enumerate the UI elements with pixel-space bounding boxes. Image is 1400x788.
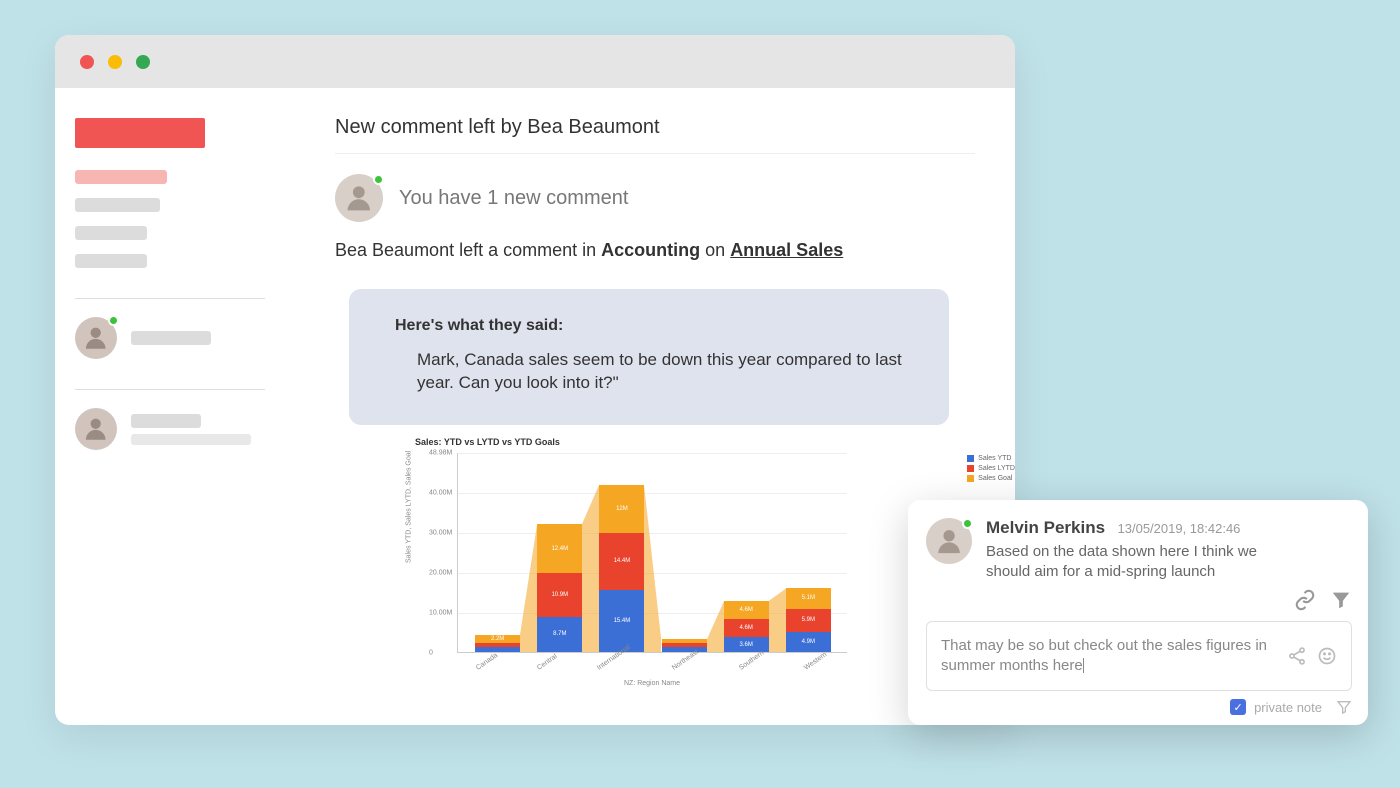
- avatar: [75, 408, 117, 450]
- placeholder-line: [131, 414, 201, 428]
- bar-western: 5.1M5.9M4.9M: [786, 588, 831, 652]
- sidebar-item[interactable]: [75, 226, 147, 240]
- bar-southern: 4.6M4.6M3.6M: [724, 601, 769, 652]
- share-icon[interactable]: [1287, 646, 1307, 666]
- reply-input[interactable]: That may be so but check out the sales f…: [926, 621, 1352, 692]
- chart-x-axis: CanadaCentralInternationalNortheastSouth…: [457, 662, 847, 673]
- context-line: Bea Beaumont left a comment in Accountin…: [335, 240, 975, 261]
- comment-timestamp: 13/05/2019, 18:42:46: [1118, 521, 1241, 536]
- avatar: [926, 518, 972, 564]
- legend-item: Sales YTD: [967, 455, 1015, 462]
- sidebar-item[interactable]: [75, 254, 147, 268]
- window-body: New comment left by Bea Beaumont You hav…: [55, 88, 1015, 725]
- notification-text: You have 1 new comment: [399, 187, 628, 210]
- emoji-icon[interactable]: [1317, 646, 1337, 666]
- chart-title: Sales: YTD vs LYTD vs YTD Goals: [415, 437, 945, 447]
- legend-item: Sales Goal: [967, 475, 1015, 482]
- comment-body: Mark, Canada sales seem to be down this …: [395, 349, 915, 395]
- main-panel: New comment left by Bea Beaumont You hav…: [285, 88, 1015, 725]
- compose-button[interactable]: [75, 118, 205, 148]
- divider: [75, 298, 265, 299]
- comment-message: Based on the data shown here I think we …: [986, 542, 1286, 583]
- app-window: New comment left by Bea Beaumont You hav…: [55, 35, 1015, 725]
- xtick-label: Central: [536, 653, 559, 672]
- sidebar-user-item[interactable]: [75, 408, 265, 450]
- presence-indicator: [962, 518, 973, 529]
- chart-ylabel: Sales YTD, Sales LYTD, Sales Goal: [406, 451, 413, 563]
- placeholder-line: [131, 331, 211, 345]
- context-joiner: on: [700, 240, 730, 260]
- reply-text-content: That may be so but check out the sales f…: [941, 637, 1267, 674]
- filter-icon[interactable]: [1336, 699, 1352, 715]
- private-note-checkbox[interactable]: ✓: [1230, 699, 1246, 715]
- bar-central: 12.4M10.9M8.7M: [537, 524, 582, 652]
- filter-icon[interactable]: [1330, 589, 1352, 611]
- bar-northeast: [662, 639, 707, 652]
- commenter-name: Melvin Perkins: [986, 518, 1105, 537]
- legend-item: Sales LYTD: [967, 465, 1015, 472]
- xtick-label: Canada: [475, 652, 499, 672]
- xtick-label: Western: [803, 651, 828, 672]
- workspace-link[interactable]: Accounting: [601, 240, 700, 260]
- dashboard-link[interactable]: Annual Sales: [730, 240, 843, 260]
- context-prefix: Bea Beaumont left a comment in: [335, 240, 601, 260]
- minimize-icon[interactable]: [108, 55, 122, 69]
- xtick-label: Southern: [738, 650, 765, 672]
- sidebar: [55, 88, 285, 725]
- presence-indicator: [373, 174, 384, 185]
- comment-card: Here's what they said: Mark, Canada sale…: [349, 289, 949, 425]
- chart: Sales: YTD vs LYTD vs YTD Goals Sales YT…: [415, 437, 945, 673]
- sidebar-item[interactable]: [75, 198, 160, 212]
- avatar: [335, 174, 383, 222]
- link-icon[interactable]: [1294, 589, 1316, 611]
- sidebar-item[interactable]: [75, 170, 167, 184]
- private-note-label: private note: [1254, 700, 1322, 715]
- maximize-icon[interactable]: [136, 55, 150, 69]
- chart-plot-area: 2.2M 12.4M10.9M8.7M 12M14.4M15.4M 4.6M4.6M3…: [457, 453, 847, 653]
- bar-canada: 2.2M: [475, 635, 520, 652]
- chart-xlabel: NZ: Region Name: [457, 680, 847, 687]
- chart-legend: Sales YTD Sales LYTD Sales Goal: [967, 455, 1015, 485]
- page-title: New comment left by Bea Beaumont: [335, 116, 975, 154]
- comment-popup: Melvin Perkins 13/05/2019, 18:42:46 Base…: [908, 500, 1368, 725]
- sidebar-user-item[interactable]: [75, 317, 265, 359]
- divider: [75, 389, 265, 390]
- notification-row: You have 1 new comment: [335, 174, 975, 222]
- placeholder-line: [131, 434, 251, 445]
- presence-indicator: [108, 315, 119, 326]
- close-icon[interactable]: [80, 55, 94, 69]
- bar-international: 12M14.4M15.4M: [599, 485, 644, 652]
- comment-label: Here's what they said:: [395, 317, 915, 335]
- window-titlebar: [55, 35, 1015, 88]
- avatar: [75, 317, 117, 359]
